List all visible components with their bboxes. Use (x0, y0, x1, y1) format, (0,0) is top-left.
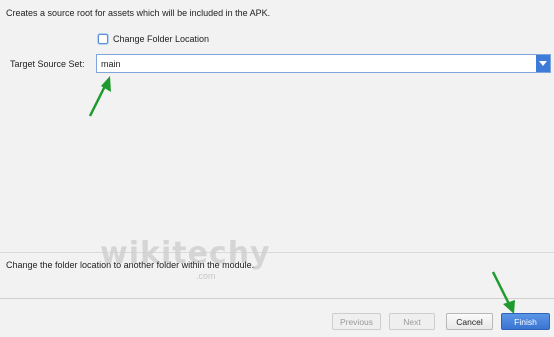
next-button[interactable]: Next (389, 313, 435, 330)
change-folder-location-label[interactable]: Change Folder Location (113, 34, 209, 44)
wizard-description: Creates a source root for assets which w… (6, 8, 271, 18)
change-folder-location-option[interactable]: Change Folder Location (98, 34, 209, 44)
chevron-down-icon (539, 60, 547, 66)
arrow-annotation-icon (88, 76, 111, 117)
target-source-set-select[interactable]: main (96, 54, 551, 73)
footer-divider (0, 298, 554, 299)
annotation-arrows (88, 76, 515, 314)
target-source-set-value: main (101, 59, 121, 69)
arrow-annotation-icon (491, 271, 515, 314)
cancel-button[interactable]: Cancel (446, 313, 493, 330)
watermark-logo-suffix: .com (196, 271, 216, 281)
change-folder-location-checkbox[interactable] (98, 34, 108, 44)
help-text: Change the folder location to another fo… (6, 260, 255, 270)
dropdown-button[interactable] (536, 55, 550, 72)
target-source-set-label: Target Source Set: (10, 59, 85, 69)
finish-button[interactable]: Finish (501, 313, 550, 330)
new-folder-wizard: Creates a source root for assets which w… (0, 0, 554, 337)
help-divider (0, 252, 554, 253)
previous-button[interactable]: Previous (332, 313, 381, 330)
